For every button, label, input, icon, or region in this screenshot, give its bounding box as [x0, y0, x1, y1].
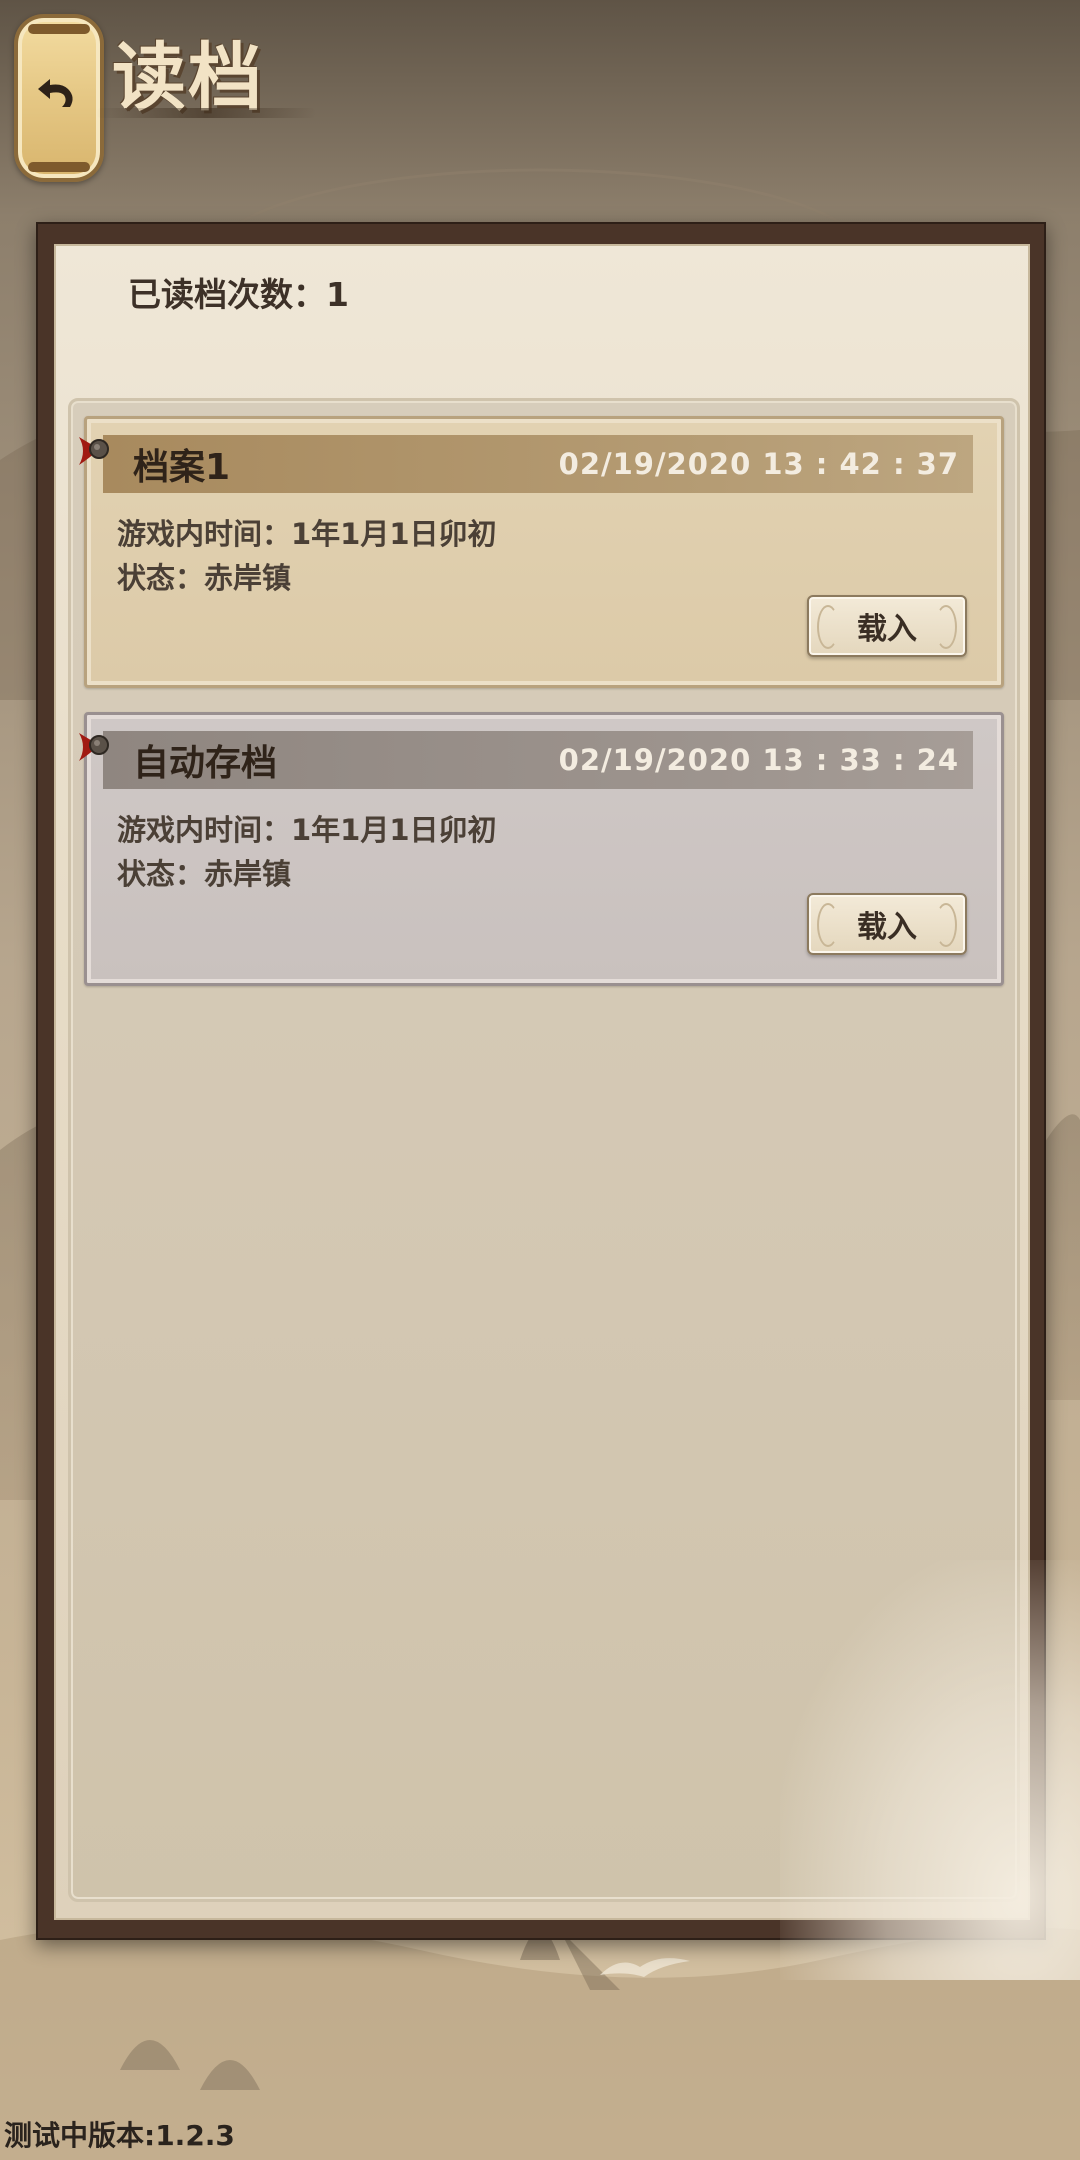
save-slot-game-time: 游戏内时间：1年1月1日卯初 — [117, 813, 497, 847]
swirl-ornament-icon — [935, 903, 957, 947]
swirl-ornament-icon — [935, 605, 957, 649]
load-button-label: 载入 — [857, 910, 917, 945]
version-label: 测试中版本:1.2.3 — [4, 2119, 235, 2152]
ribbon-pin-icon — [79, 733, 109, 761]
save-slot-timestamp: 02/19/2020 13 : 33 : 24 — [558, 743, 959, 777]
save-slot-header: 自动存档 02/19/2020 13 : 33 : 24 — [103, 731, 973, 789]
back-button[interactable] — [14, 14, 104, 182]
back-button-cap-bottom — [28, 162, 90, 172]
load-button[interactable]: 载入 — [807, 893, 967, 955]
save-slot-game-time: 游戏内时间：1年1月1日卯初 — [117, 517, 497, 551]
save-slot-header: 档案1 02/19/2020 13 : 42 : 37 — [103, 435, 973, 493]
back-arrow-icon — [38, 79, 73, 107]
save-slot-title: 档案1 — [133, 447, 231, 488]
load-button-label: 载入 — [857, 612, 917, 647]
title-brush-stroke — [96, 108, 316, 118]
save-slot-status: 状态：赤岸镇 — [117, 857, 292, 891]
save-slot-status: 状态：赤岸镇 — [117, 561, 292, 595]
swirl-ornament-icon — [817, 903, 839, 947]
save-slot-auto[interactable]: 自动存档 02/19/2020 13 : 33 : 24 游戏内时间：1年1月1… — [79, 712, 1004, 986]
save-slot-timestamp: 02/19/2020 13 : 42 : 37 — [558, 447, 959, 481]
swirl-ornament-icon — [817, 605, 839, 649]
load-button[interactable]: 载入 — [807, 595, 967, 657]
save-slot-title: 自动存档 — [133, 743, 278, 784]
ribbon-pin-icon — [79, 437, 109, 465]
read-count-label: 已读档次数：1 — [128, 275, 349, 314]
back-button-cap-top — [28, 24, 90, 34]
save-slot-1[interactable]: 档案1 02/19/2020 13 : 42 : 37 游戏内时间：1年1月1日… — [79, 416, 1004, 688]
